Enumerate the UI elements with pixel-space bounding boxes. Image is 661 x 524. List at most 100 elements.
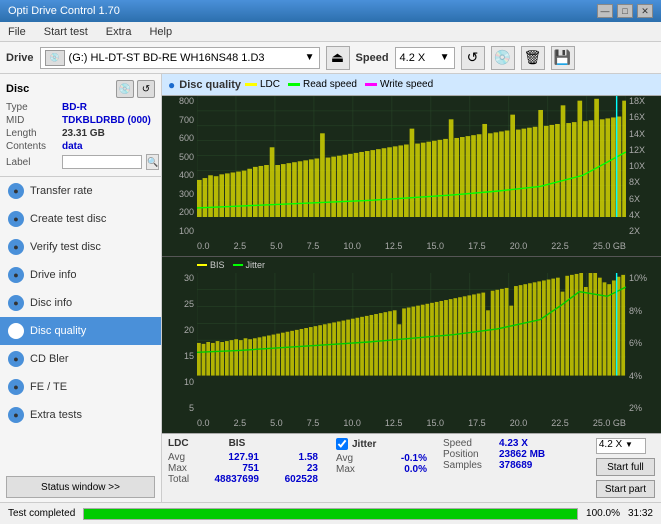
nav-disc-info[interactable]: ● Disc info xyxy=(0,289,161,317)
nav-cd-bler[interactable]: ● CD Bler xyxy=(0,345,161,373)
nav-drive-info[interactable]: ● Drive info xyxy=(0,261,161,289)
speed-stat-value: 4.23 X xyxy=(499,438,528,449)
samples-label: Samples xyxy=(443,460,495,471)
status-bar: Test completed 100.0% 31:32 xyxy=(0,502,661,524)
length-label: Length xyxy=(6,128,58,139)
legend-ldc: LDC xyxy=(245,79,280,90)
label-search-button[interactable]: 🔍 xyxy=(146,154,159,170)
bis-header: BIS xyxy=(229,438,246,449)
position-label: Position xyxy=(443,449,495,460)
menu-extra[interactable]: Extra xyxy=(102,24,136,40)
window-controls[interactable]: — □ ✕ xyxy=(597,4,653,18)
refresh-button[interactable]: ↺ xyxy=(461,46,485,70)
contents-label: Contents xyxy=(6,141,58,152)
drive-icon: 💿 xyxy=(45,50,65,66)
label-input[interactable] xyxy=(62,155,142,169)
app-title: Opti Drive Control 1.70 xyxy=(8,5,120,17)
speed-chevron: ▼ xyxy=(440,52,450,63)
nav-create-test-disc[interactable]: ● Create test disc xyxy=(0,205,161,233)
status-text: Test completed xyxy=(8,508,75,519)
eject-button[interactable]: ⏏ xyxy=(326,46,350,70)
label-label: Label xyxy=(6,157,58,168)
disc-button[interactable]: 💿 xyxy=(491,46,515,70)
nav-transfer-rate[interactable]: ● Transfer rate xyxy=(0,177,161,205)
nav-extra-tests-label: Extra tests xyxy=(30,409,82,421)
type-label: Type xyxy=(6,102,58,113)
jitter-avg-label: Avg xyxy=(336,453,368,464)
disc-insert-button[interactable]: 💿 xyxy=(116,80,134,98)
position-row: Position 23862 MB xyxy=(443,449,545,460)
disc-panel: Disc 💿 ↺ Type BD-R MID TDKBLDRBD (000) L… xyxy=(0,74,161,177)
nav-verify-test-disc-label: Verify test disc xyxy=(30,241,101,253)
status-window-button[interactable]: Status window >> xyxy=(6,476,155,498)
maximize-button[interactable]: □ xyxy=(617,4,633,18)
disc-refresh-button[interactable]: ↺ xyxy=(137,80,155,98)
menu-file[interactable]: File xyxy=(4,24,30,40)
erase-button[interactable]: 🗑 xyxy=(521,46,545,70)
jitter-stats: Jitter Avg -0.1% Max 0.0% xyxy=(336,438,427,498)
nav-items: ● Transfer rate ● Create test disc ● Ver… xyxy=(0,177,161,472)
jitter-checkbox[interactable] xyxy=(336,438,348,450)
nav-extra-tests[interactable]: ● Extra tests xyxy=(0,401,161,429)
read-speed-color xyxy=(288,83,300,86)
menu-start-test[interactable]: Start test xyxy=(40,24,92,40)
bottom-y-axis-left: 30 25 20 15 10 5 xyxy=(162,273,197,413)
speed-label: Speed xyxy=(356,52,389,64)
top-chart: 800 700 600 500 400 300 200 100 18X 16X … xyxy=(162,96,661,257)
fe-te-icon: ● xyxy=(8,379,24,395)
drive-select[interactable]: 💿 (G:) HL-DT-ST BD-RE WH16NS48 1.D3 ▼ xyxy=(40,47,320,69)
speed-value: 4.2 X xyxy=(400,52,426,64)
start-part-button[interactable]: Start part xyxy=(596,480,655,498)
speed-dropdown[interactable]: 4.2 X ▼ xyxy=(596,438,646,454)
ldc-label: LDC xyxy=(260,79,280,90)
disc-quality-title: Disc quality xyxy=(179,79,241,91)
drivebar: Drive 💿 (G:) HL-DT-ST BD-RE WH16NS48 1.D… xyxy=(0,42,661,74)
disc-quality-icon-header: ● xyxy=(168,78,175,92)
avg-row: Avg 127.91 1.58 xyxy=(168,452,318,463)
total-ldc: 48837699 xyxy=(204,474,259,485)
write-speed-label: Write speed xyxy=(380,79,433,90)
start-full-button[interactable]: Start full xyxy=(596,458,655,476)
total-row: Total 48837699 602528 xyxy=(168,474,318,485)
nav-disc-quality[interactable]: ● Disc quality xyxy=(0,317,161,345)
drive-chevron: ▼ xyxy=(305,52,315,63)
read-speed-label: Read speed xyxy=(303,79,357,90)
bis-legend: BIS xyxy=(197,260,225,270)
speed-row: Speed 4.23 X xyxy=(443,438,545,449)
nav-verify-test-disc[interactable]: ● Verify test disc xyxy=(0,233,161,261)
top-x-axis: 0.0 2.5 5.0 7.5 10.0 12.5 15.0 17.5 20.0… xyxy=(197,236,626,256)
ldc-header: LDC xyxy=(168,438,189,449)
stats-ldc-bis: LDC BIS Avg 127.91 1.58 Max 751 23 Total… xyxy=(168,438,318,498)
jitter-speed-section: Jitter Avg -0.1% Max 0.0% Speed 4.2 xyxy=(336,438,545,498)
top-y-axis-left: 800 700 600 500 400 300 200 100 xyxy=(162,96,197,236)
nav-cd-bler-label: CD Bler xyxy=(30,353,69,365)
position-value: 23862 MB xyxy=(499,449,545,460)
jitter-legend: Jitter xyxy=(233,260,266,270)
samples-row: Samples 378689 xyxy=(443,460,545,471)
elapsed-time: 31:32 xyxy=(628,508,653,519)
action-buttons: 4.2 X ▼ Start full Start part xyxy=(596,438,655,498)
bottom-chart-svg xyxy=(197,273,626,376)
jitter-label: Jitter xyxy=(246,260,266,270)
mid-label: MID xyxy=(6,115,58,126)
content-area: ● Disc quality LDC Read speed Write spee… xyxy=(162,74,661,502)
jitter-max: 0.0% xyxy=(372,464,427,475)
close-button[interactable]: ✕ xyxy=(637,4,653,18)
nav-create-test-disc-label: Create test disc xyxy=(30,213,106,225)
nav-fe-te[interactable]: ● FE / TE xyxy=(0,373,161,401)
jitter-avg-row: Avg -0.1% xyxy=(336,453,427,464)
jitter-avg: -0.1% xyxy=(372,453,427,464)
top-y-axis-right: 18X 16X 14X 12X 10X 8X 6X 4X 2X xyxy=(626,96,661,236)
ldc-color xyxy=(245,83,257,86)
minimize-button[interactable]: — xyxy=(597,4,613,18)
speed-select[interactable]: 4.2 X ▼ xyxy=(395,47,455,69)
save-button[interactable]: 💾 xyxy=(551,46,575,70)
nav-transfer-rate-label: Transfer rate xyxy=(30,185,93,197)
legend-top: LDC Read speed Write speed xyxy=(245,79,433,90)
jitter-header: Jitter xyxy=(352,439,376,450)
bottom-y-axis-right: 10% 8% 6% 4% 2% xyxy=(626,273,661,413)
speed-stat-label: Speed xyxy=(443,438,495,449)
menubar: File Start test Extra Help xyxy=(0,22,661,42)
disc-quality-header: ● Disc quality LDC Read speed Write spee… xyxy=(162,74,661,96)
menu-help[interactable]: Help xyxy=(145,24,176,40)
